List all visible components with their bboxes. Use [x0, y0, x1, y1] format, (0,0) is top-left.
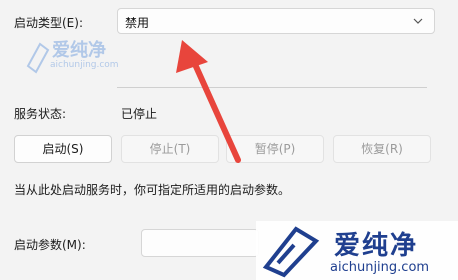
watermark-url: aichunjing.com — [330, 260, 430, 275]
watermark-logo: 爱纯净 aichunjing.com — [256, 221, 458, 280]
watermark-brand: 爱纯净 — [334, 231, 419, 261]
watermark-logo-icon — [262, 226, 320, 278]
